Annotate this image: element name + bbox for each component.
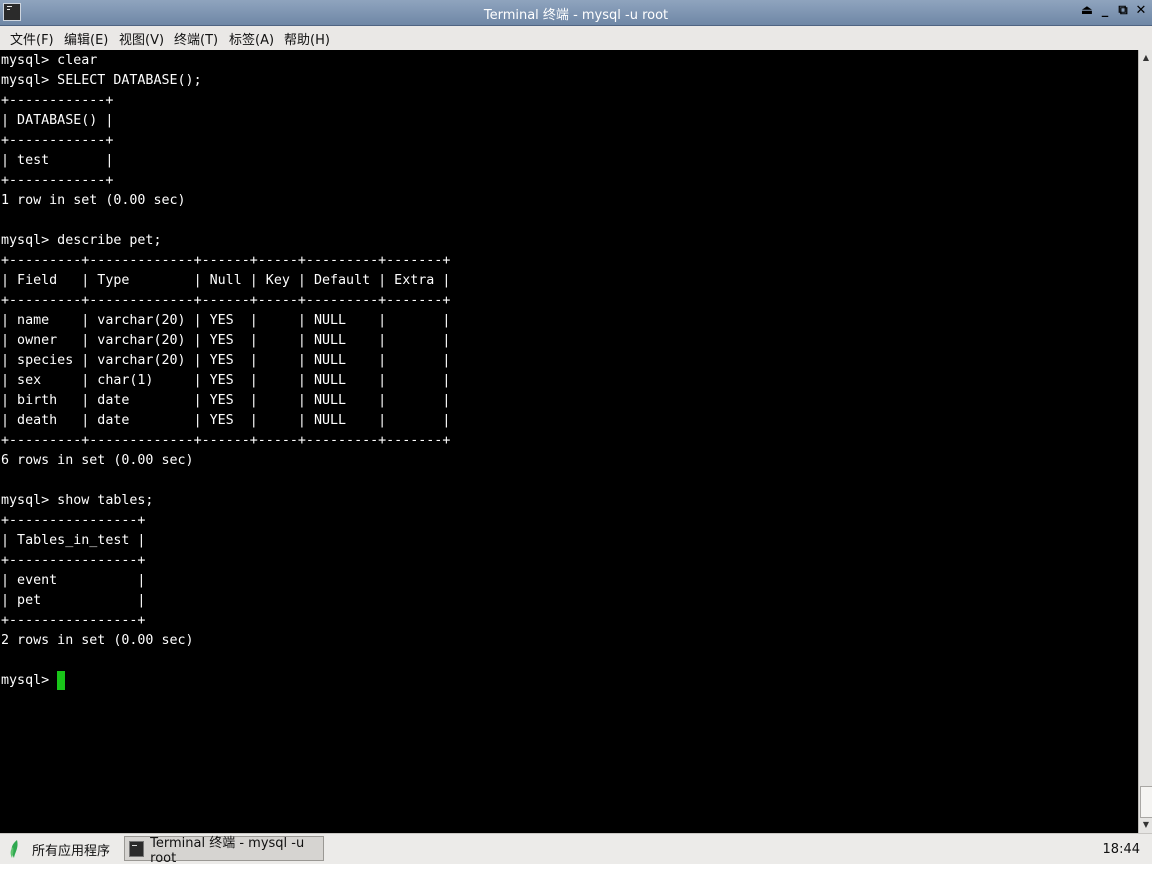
terminal-text: mysql> clear mysql> SELECT DATABASE(); +…	[1, 53, 451, 688]
scroll-down-arrow-icon[interactable]: ▼	[1140, 818, 1152, 832]
scroll-up-arrow-icon[interactable]: ▲	[1140, 51, 1152, 65]
screen-bottom-area	[0, 864, 1152, 896]
menu-bar: 文件(F) 编辑(E) 视图(V) 终端(T) 标签(A) 帮助(H)	[0, 26, 1152, 51]
start-menu-label: 所有应用程序	[32, 843, 111, 859]
menu-edit[interactable]: 编辑(E)	[64, 29, 108, 48]
menu-file[interactable]: 文件(F)	[10, 29, 54, 48]
maximize-button[interactable]: ⧉	[1116, 3, 1130, 19]
window-controls: ⏏ _ ⧉ ✕	[1080, 3, 1148, 19]
close-button[interactable]: ✕	[1134, 3, 1148, 19]
menu-view[interactable]: 视图(V)	[119, 29, 164, 48]
text-cursor	[57, 671, 65, 690]
taskbar-terminal-label: Terminal 终端 - mysql -u root	[150, 835, 305, 866]
start-menu-button[interactable]: 所有应用程序	[8, 839, 110, 859]
window-title: Terminal 终端 - mysql -u root	[483, 8, 669, 23]
minimize-button[interactable]: _	[1098, 3, 1112, 19]
menu-tabs[interactable]: 标签(A)	[229, 29, 274, 48]
taskbar-terminal-button[interactable]: Terminal 终端 - mysql -u root	[124, 836, 324, 866]
menu-terminal[interactable]: 终端(T)	[174, 29, 218, 48]
scrollbar-thumb[interactable]	[1140, 786, 1152, 818]
title-bar: Terminal 终端 - mysql -u root ⏏ _ ⧉ ✕	[0, 0, 1152, 26]
terminal-output[interactable]: mysql> clear mysql> SELECT DATABASE(); +…	[0, 50, 1138, 833]
menu-help[interactable]: 帮助(H)	[284, 29, 330, 48]
terminal-icon	[129, 840, 145, 857]
shade-button[interactable]: ⏏	[1080, 3, 1094, 19]
leaf-logo-icon	[10, 840, 18, 858]
vertical-scrollbar[interactable]: ▲ ▼	[1138, 50, 1152, 833]
taskbar: 所有应用程序 Terminal 终端 - mysql -u root 18:44	[0, 833, 1152, 866]
clock: 18:44	[1102, 842, 1140, 857]
